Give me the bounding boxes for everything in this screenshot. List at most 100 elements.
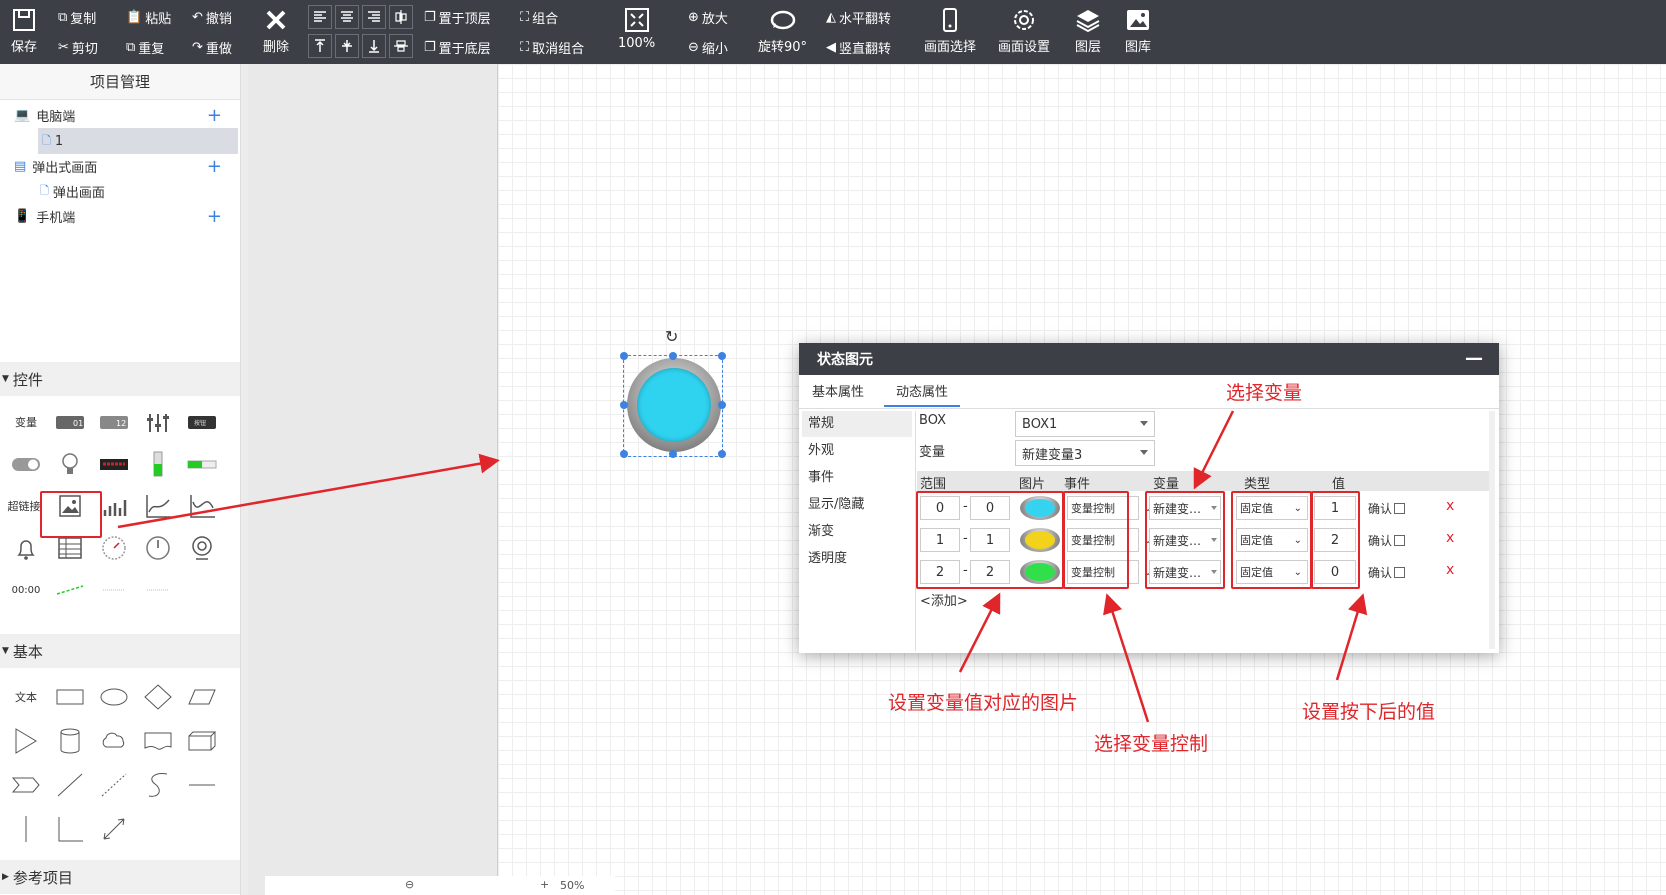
- repeat-button[interactable]: ⧉ 重复: [126, 38, 164, 57]
- widget-led-display[interactable]: [96, 447, 132, 481]
- flip-horizontal-button[interactable]: ◭ 水平翻转: [826, 8, 891, 27]
- confirm-checkbox[interactable]: 确认: [1368, 564, 1406, 581]
- confirm-checkbox[interactable]: 确认: [1368, 532, 1406, 549]
- sidebar-splitter[interactable]: [240, 64, 248, 895]
- nav-events[interactable]: 事件: [802, 465, 912, 491]
- undo-button[interactable]: ↶ 撤销: [192, 8, 232, 27]
- section-reference-project[interactable]: ▶ 参考项目: [0, 860, 240, 894]
- widget-alarm[interactable]: [8, 531, 44, 565]
- shape-document[interactable]: [140, 724, 176, 758]
- zoom-in-icon[interactable]: +: [540, 878, 549, 891]
- delete-row-button[interactable]: x: [1446, 498, 1454, 514]
- distribute-v-button[interactable]: [389, 34, 413, 58]
- nav-general[interactable]: 常规: [802, 411, 912, 437]
- checkbox[interactable]: [1394, 567, 1406, 578]
- shape-cloud[interactable]: [96, 724, 132, 758]
- tree-item-mobile[interactable]: 📱 手机端 +: [0, 203, 240, 229]
- checkbox[interactable]: [1394, 503, 1406, 514]
- align-top-button[interactable]: [308, 34, 332, 58]
- delete-row-button[interactable]: x: [1446, 562, 1454, 578]
- state-image-button[interactable]: [627, 358, 721, 452]
- nav-gradient[interactable]: 渐变: [802, 519, 912, 545]
- add-pc-screen-button[interactable]: +: [207, 105, 222, 126]
- shape-triangle[interactable]: [8, 724, 44, 758]
- resize-handle[interactable]: [669, 352, 677, 360]
- bring-to-top-button[interactable]: ❐ 置于顶层: [424, 8, 491, 27]
- delete-row-button[interactable]: x: [1446, 530, 1454, 546]
- resize-handle[interactable]: [669, 450, 677, 458]
- tree-item-popup[interactable]: ▤ 弹出式画面 +: [0, 153, 240, 179]
- section-controls[interactable]: ▼ 控件: [0, 362, 240, 396]
- shape-cylinder[interactable]: [52, 724, 88, 758]
- shape-horizontal-line[interactable]: [184, 768, 220, 802]
- add-popup-screen-button[interactable]: +: [207, 156, 222, 177]
- screen-settings-button[interactable]: 画面设置: [998, 6, 1050, 55]
- widget-dynamic-text[interactable]: [140, 573, 176, 607]
- shape-curve[interactable]: [140, 768, 176, 802]
- nav-show-hide[interactable]: 显示/隐藏: [802, 492, 912, 518]
- shape-elbow-connector[interactable]: [52, 812, 88, 846]
- widget-line-chart[interactable]: [140, 489, 176, 523]
- widget-scroll-text[interactable]: [96, 573, 132, 607]
- resize-handle[interactable]: [718, 352, 726, 360]
- shape-ellipse[interactable]: [96, 680, 132, 714]
- zoom-out-button[interactable]: ⊖ 缩小: [688, 38, 728, 57]
- ungroup-button[interactable]: ⛶ 取消组合: [520, 38, 584, 57]
- widget-number-display[interactable]: 01: [52, 405, 88, 439]
- resize-handle[interactable]: [718, 450, 726, 458]
- shape-text[interactable]: 文本: [8, 680, 44, 714]
- tree-item-screen-1[interactable]: 🗋 1: [38, 128, 238, 154]
- widget-curve-chart[interactable]: [184, 489, 220, 523]
- resize-handle[interactable]: [718, 401, 726, 409]
- resize-handle[interactable]: [620, 450, 628, 458]
- add-row-link[interactable]: <添加>: [920, 590, 968, 609]
- align-center-button[interactable]: [335, 5, 359, 29]
- confirm-checkbox[interactable]: 确认: [1368, 500, 1406, 517]
- box-select[interactable]: BOX1: [1015, 411, 1155, 437]
- copy-button[interactable]: ⧉ 复制: [58, 8, 96, 27]
- widget-hyperlink[interactable]: 超链接: [6, 489, 42, 523]
- delete-button[interactable]: 删除: [262, 6, 290, 55]
- tree-item-popup-screen[interactable]: 🗋 弹出画面: [0, 178, 240, 204]
- shape-double-arrow[interactable]: [96, 812, 132, 846]
- section-basic[interactable]: ▼ 基本: [0, 634, 240, 668]
- save-button[interactable]: 保存: [10, 6, 38, 55]
- widget-time[interactable]: 00:00: [8, 573, 44, 607]
- minimize-button[interactable]: —: [1465, 348, 1483, 369]
- rotate-handle-icon[interactable]: ↻: [665, 327, 678, 346]
- align-middle-button[interactable]: [335, 34, 359, 58]
- tab-basic-properties[interactable]: 基本属性: [812, 379, 864, 407]
- widget-dash-line[interactable]: [52, 573, 88, 607]
- shape-line[interactable]: [52, 768, 88, 802]
- layers-button[interactable]: 图层: [1074, 6, 1102, 55]
- screen-select-button[interactable]: 画面选择: [924, 6, 976, 55]
- resize-handle[interactable]: [620, 401, 628, 409]
- rotate-button[interactable]: 旋转90°: [758, 6, 807, 55]
- widget-toggle[interactable]: [8, 447, 44, 481]
- variable-select[interactable]: 新建变量3: [1015, 440, 1155, 466]
- shape-dotted-line[interactable]: [96, 768, 132, 802]
- checkbox[interactable]: [1394, 535, 1406, 546]
- nav-appearance[interactable]: 外观: [802, 438, 912, 464]
- widget-indicator-light[interactable]: [52, 447, 88, 481]
- tab-dynamic-properties[interactable]: 动态属性: [884, 379, 961, 407]
- resize-handle[interactable]: [620, 352, 628, 360]
- shape-chevron[interactable]: [8, 768, 44, 802]
- shape-cube[interactable]: [184, 724, 220, 758]
- group-button[interactable]: ⛶ 组合: [520, 8, 558, 27]
- shape-vertical-line[interactable]: [8, 812, 44, 846]
- widget-level-bar[interactable]: [140, 447, 176, 481]
- cut-button[interactable]: ✂ 剪切: [58, 38, 98, 57]
- tree-item-pc[interactable]: 💻 电脑端 +: [0, 102, 240, 128]
- redo-button[interactable]: ↷ 重做: [192, 38, 232, 57]
- zoom-in-button[interactable]: ⊕ 放大: [688, 8, 728, 27]
- add-mobile-screen-button[interactable]: +: [207, 206, 222, 227]
- widget-variable[interactable]: 变量: [8, 405, 44, 439]
- nav-opacity[interactable]: 透明度: [802, 546, 912, 572]
- align-right-button[interactable]: [362, 5, 386, 29]
- widget-slider[interactable]: [140, 405, 176, 439]
- widget-number-input[interactable]: 12: [96, 405, 132, 439]
- shape-parallelogram[interactable]: [184, 680, 220, 714]
- widget-progress-bar[interactable]: [184, 447, 220, 481]
- shape-rectangle[interactable]: [52, 680, 88, 714]
